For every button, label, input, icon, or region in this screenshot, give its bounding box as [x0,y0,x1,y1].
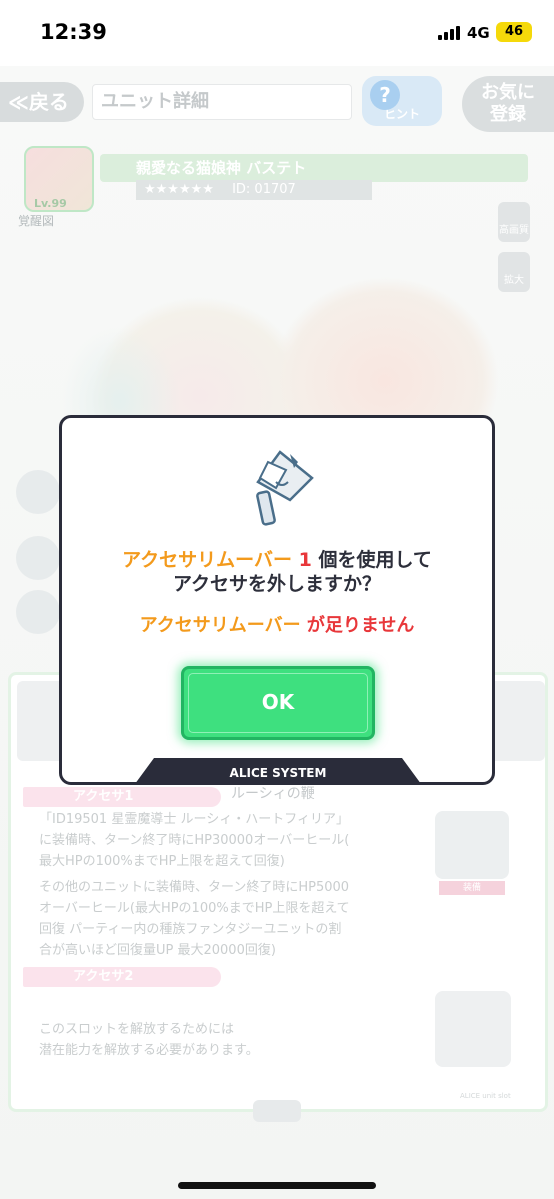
dialog-footer: ALICE SYSTEM [132,758,424,782]
shortage-item: アクセサリムーバー [139,615,301,636]
home-indicator[interactable] [178,1182,376,1189]
screen: 12:39 4G 46 ≪戻る ユニット詳細 ? ヒント お気に 登録 Lv.9… [0,0,554,1199]
modal-overlay: アクセサリムーバー 1 個を使用して アクセサを外しますか？ アクセサリムーバー… [0,0,554,1199]
item-name: アクセサリムーバー [122,549,292,571]
shortage-message: アクセサリムーバー が足りません [62,614,492,638]
ok-button[interactable]: OK [181,666,375,740]
confirm-dialog: アクセサリムーバー 1 個を使用して アクセサを外しますか？ アクセサリムーバー… [59,415,495,785]
confirm-message: アクセサリムーバー 1 個を使用して アクセサを外しますか？ [62,548,492,596]
accessory-remover-icon [256,450,314,526]
shortage-text: が足りません [306,615,415,636]
message-line2: アクセサを外しますか？ [172,573,382,595]
item-count: 1 [298,549,312,571]
message-part1: 個を使用して [318,549,432,571]
